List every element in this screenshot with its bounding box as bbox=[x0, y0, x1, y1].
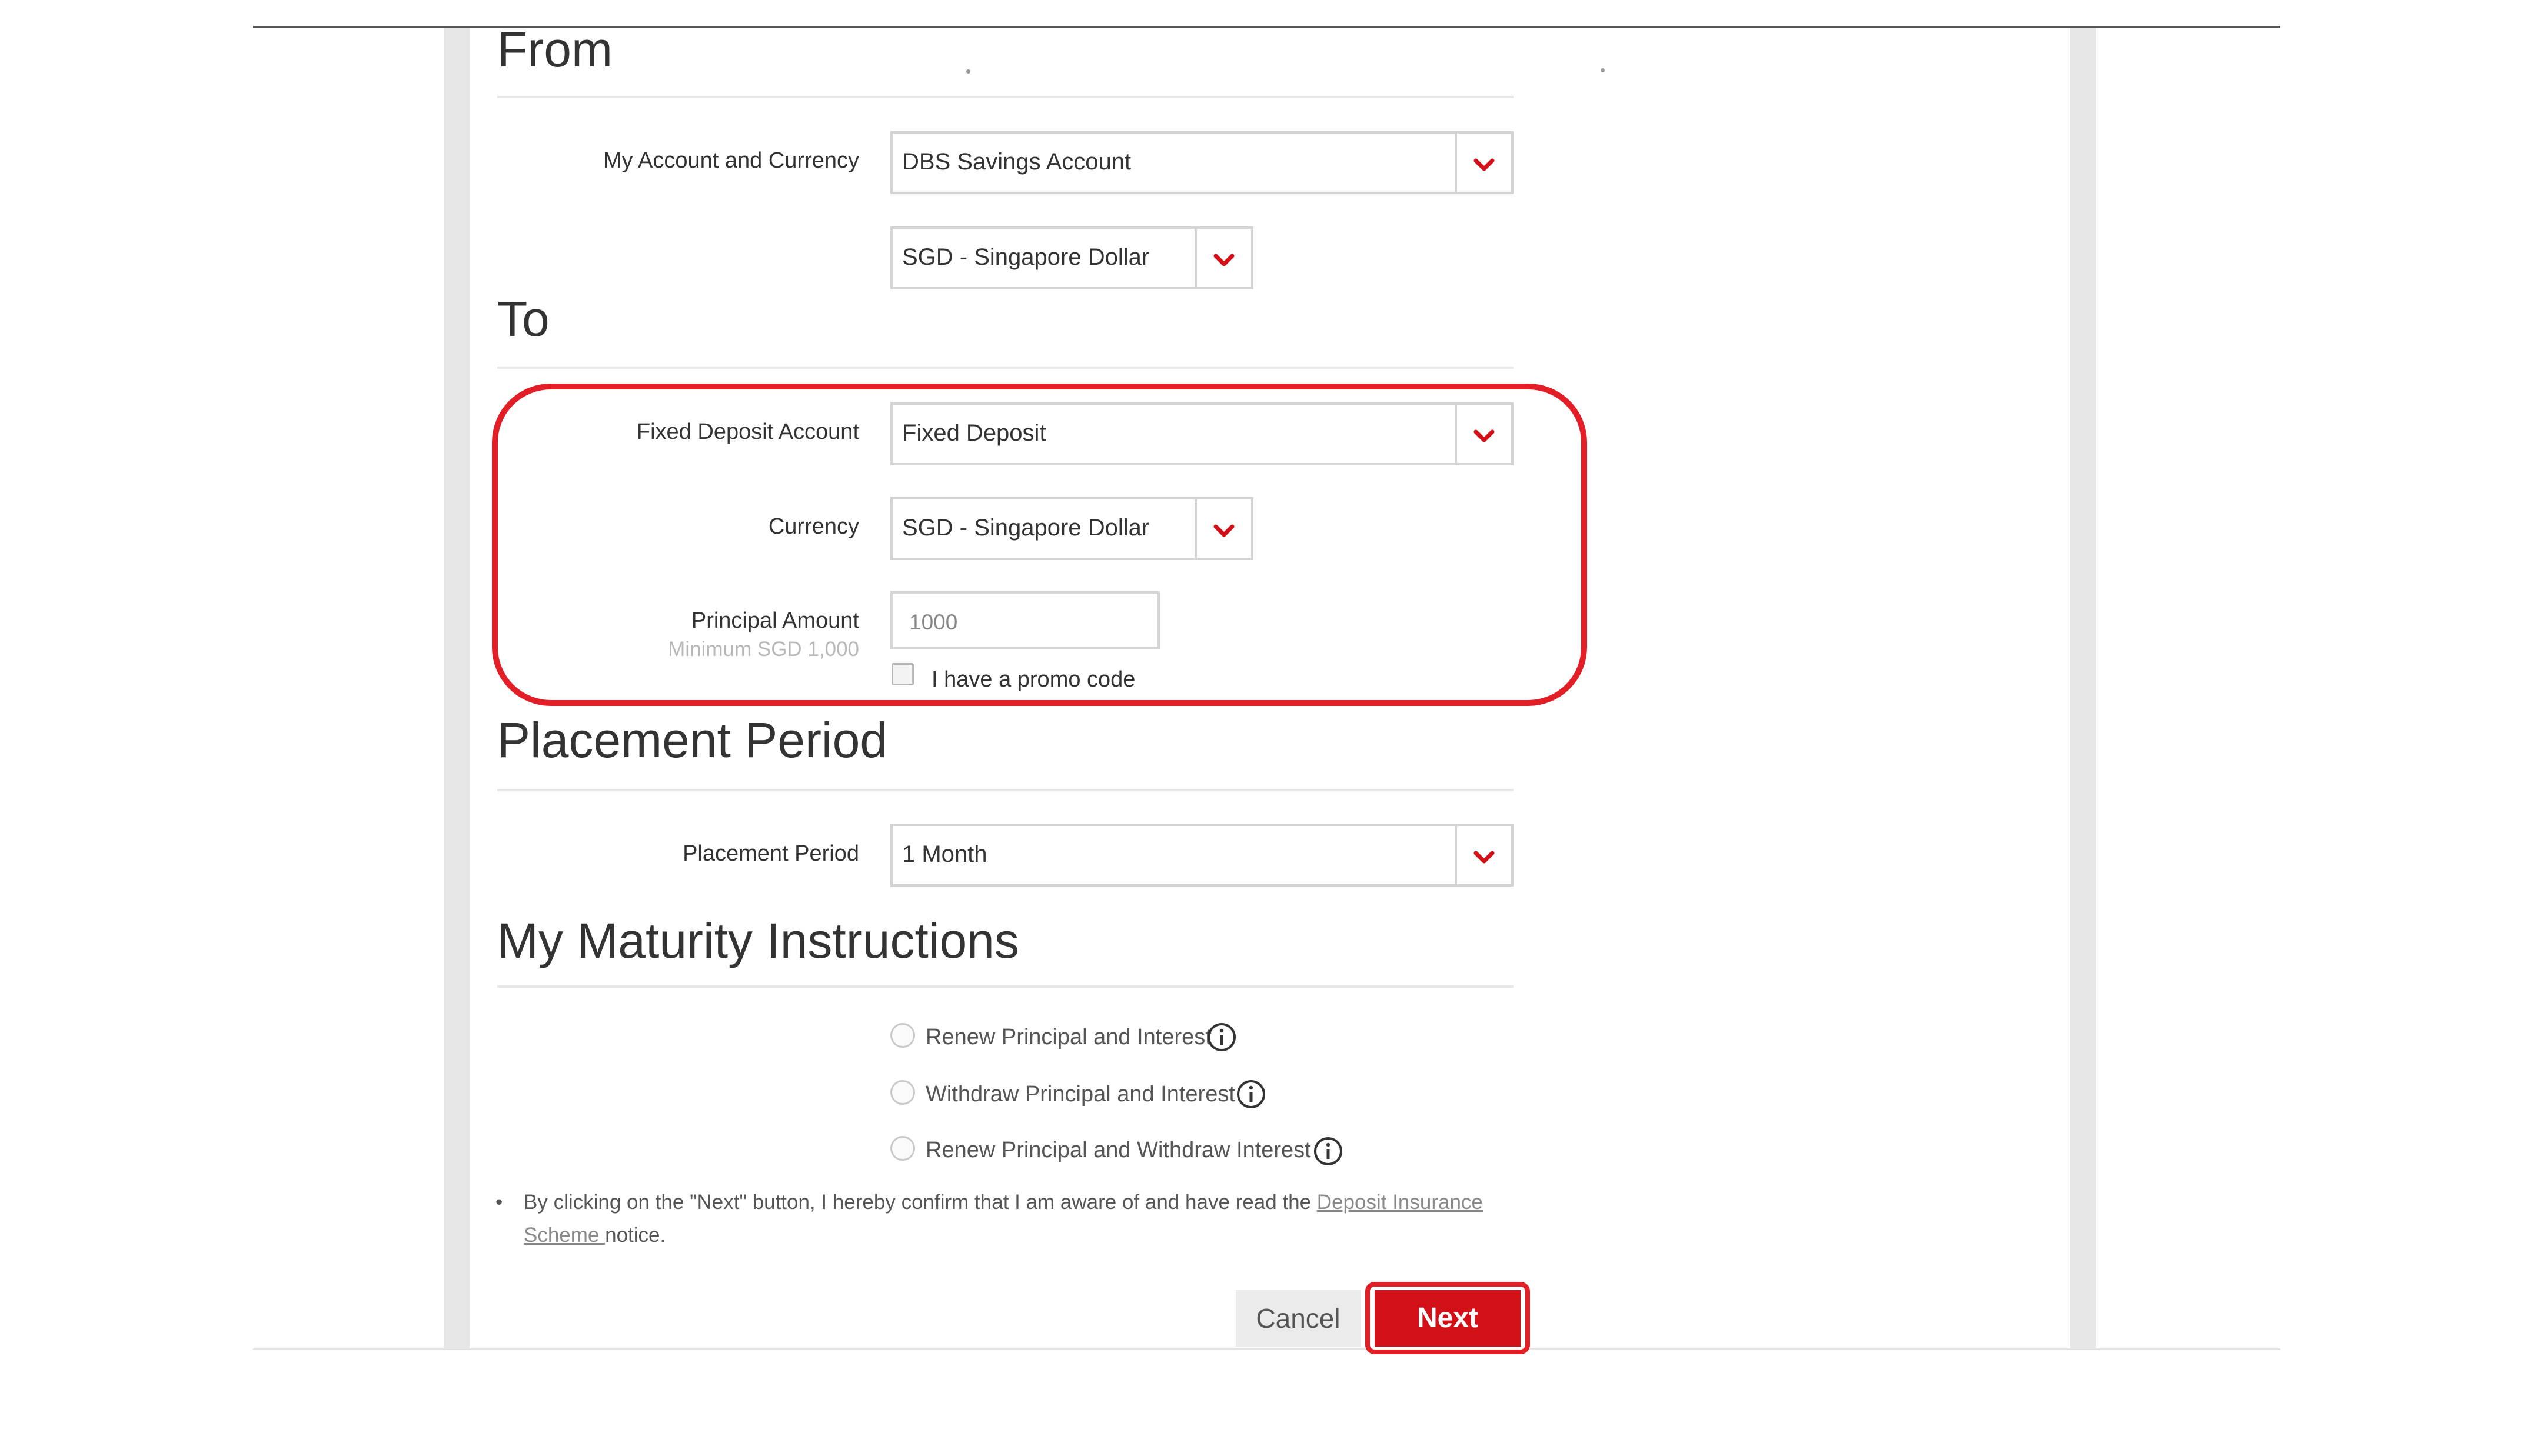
info-icon[interactable] bbox=[1313, 1136, 1343, 1167]
from-currency-select[interactable]: SGD - Singapore Dollar bbox=[890, 226, 1253, 289]
speck bbox=[1601, 68, 1605, 72]
maturity-section-title: My Maturity Instructions bbox=[497, 913, 1019, 968]
maturity-divider bbox=[497, 985, 1514, 988]
renew-principal-withdraw-interest-label: Renew Principal and Withdraw Interest bbox=[926, 1138, 1311, 1162]
right-gutter bbox=[2070, 28, 2096, 1349]
radio-renew-principal-interest[interactable] bbox=[890, 1023, 915, 1048]
placement-period-select[interactable]: 1 Month bbox=[890, 824, 1514, 887]
chevron-down-icon[interactable] bbox=[1195, 229, 1251, 287]
info-icon[interactable] bbox=[1206, 1022, 1237, 1052]
from-account-select[interactable]: DBS Savings Account bbox=[890, 131, 1514, 194]
radio-withdraw-principal-interest[interactable] bbox=[890, 1080, 915, 1105]
my-account-label: My Account and Currency bbox=[603, 148, 859, 173]
left-gutter bbox=[444, 28, 470, 1349]
from-section-title: From bbox=[497, 22, 613, 77]
notice-text-after: notice. bbox=[605, 1224, 666, 1247]
to-divider bbox=[497, 367, 1514, 369]
info-icon[interactable] bbox=[1236, 1079, 1266, 1110]
cancel-button[interactable]: Cancel bbox=[1236, 1290, 1361, 1347]
chevron-down-icon[interactable] bbox=[1455, 826, 1511, 884]
withdraw-principal-interest-label: Withdraw Principal and Interest bbox=[926, 1082, 1235, 1107]
bottom-border bbox=[253, 1348, 2280, 1350]
next-button[interactable]: Next bbox=[1375, 1290, 1521, 1347]
placement-period-value: 1 Month bbox=[902, 841, 987, 867]
placement-period-label: Placement Period bbox=[683, 841, 859, 866]
from-currency-value: SGD - Singapore Dollar bbox=[902, 244, 1150, 270]
placement-divider bbox=[497, 789, 1514, 791]
highlight-outline bbox=[492, 384, 1587, 706]
notice-bullet: • bbox=[495, 1191, 503, 1214]
radio-renew-principal-withdraw-interest[interactable] bbox=[890, 1136, 915, 1161]
chevron-down-icon[interactable] bbox=[1455, 134, 1511, 192]
renew-principal-interest-label: Renew Principal and Interest bbox=[926, 1025, 1212, 1049]
placement-section-title: Placement Period bbox=[497, 712, 888, 768]
notice-text-before: By clicking on the "Next" button, I here… bbox=[524, 1191, 1317, 1214]
from-account-value: DBS Savings Account bbox=[902, 149, 1132, 175]
to-section-title: To bbox=[497, 291, 550, 346]
from-divider bbox=[497, 96, 1514, 98]
deposit-insurance-notice: • By clicking on the "Next" button, I he… bbox=[495, 1186, 1524, 1252]
speck bbox=[966, 69, 970, 74]
